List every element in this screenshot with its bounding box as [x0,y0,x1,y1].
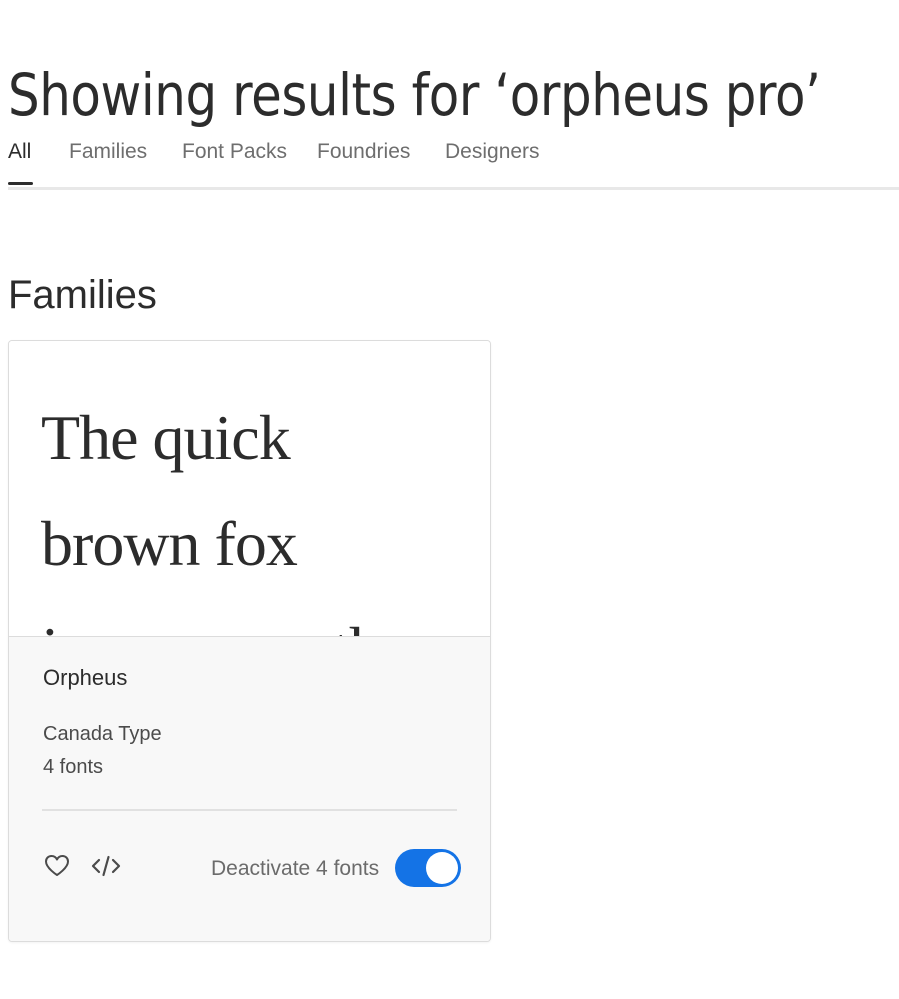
tab-designers[interactable]: Designers [445,140,540,164]
font-preview[interactable]: The quick brown fox jumps over the lazy … [9,341,490,636]
tab-font-packs[interactable]: Font Packs [182,140,287,164]
foundry-name[interactable]: Canada Type [43,723,162,746]
card-info: Orpheus Canada Type 4 fonts Deactivate 4… [9,636,490,941]
heart-icon [45,855,69,876]
favorite-button[interactable] [42,851,72,881]
code-icon [91,855,121,877]
activate-fonts-toggle[interactable] [395,849,461,887]
family-name-link[interactable]: Orpheus [43,665,127,691]
tabs-divider [8,187,899,190]
preview-text: The quick brown fox jumps over the lazy … [41,402,408,636]
card-divider [42,809,457,811]
active-tab-indicator [8,182,33,185]
tab-foundries[interactable]: Foundries [317,140,410,164]
tab-all[interactable]: All [8,140,31,164]
result-tabs: All Families Font Packs Foundries Design… [8,140,899,190]
toggle-label: Deactivate 4 fonts [211,857,380,880]
embed-code-button[interactable] [91,851,121,881]
section-heading: Families [8,273,157,318]
font-count: 4 fonts [43,756,104,778]
toggle-knob [426,852,458,884]
font-family-card[interactable]: The quick brown fox jumps over the lazy … [8,340,491,942]
page-title: Showing results for ‘orpheus pro’ [8,60,821,129]
tab-families[interactable]: Families [69,140,147,164]
